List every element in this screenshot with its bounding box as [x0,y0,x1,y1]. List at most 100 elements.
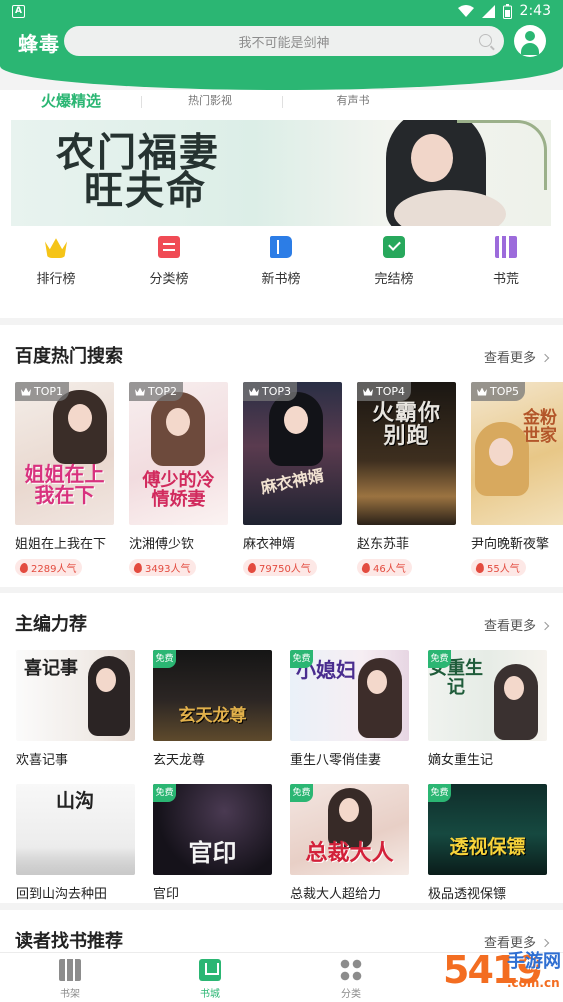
book-card[interactable]: 透视保镖 免费 极品透视保镖 [428,784,547,902]
free-badge: 免费 [428,650,451,668]
crown-icon [249,387,259,396]
tab-bookshelf[interactable]: 书架 [30,959,110,1000]
free-badge: 免费 [153,784,176,802]
status-icons: 2:43 [457,3,551,19]
book-card[interactable]: 傅少的冷情娇妻 TOP2 沈湘傅少钦 3493人气 [129,382,228,577]
tab-featured[interactable]: 火爆精选 [38,90,104,111]
book-card[interactable]: 总裁大人 免费 总裁大人超给力 [290,784,409,902]
book-title: 重生八零俏佳妻 [290,753,382,768]
wifi-icon [457,4,474,17]
new-book-icon [270,236,292,258]
book-card[interactable]: 官印 免费 官印 [153,784,272,902]
chevron-right-icon [540,353,550,363]
book-card[interactable]: 姐姐在上我在下 TOP1 姐姐在上我在下 2289人气 [15,382,114,577]
battery-icon [502,3,512,19]
book-title: 麻衣神婿 [243,537,296,552]
tab-bookstore[interactable]: 书城 [170,959,250,1000]
bookshelf-icon [495,236,517,258]
book-title: 回到山沟去种田 [16,887,108,902]
book-title: 极品透视保镖 [428,887,507,902]
flame-icon [361,561,371,574]
promo-banner[interactable]: 农门福妻 旺夫命 [11,120,551,226]
category-icon [158,236,180,258]
app-header: 蜂毒 我不可能是剑神 [0,24,563,90]
book-title: 官印 [153,887,180,902]
book-cover: 姐姐在上我在下 TOP1 [15,382,114,525]
editor-book-grid: 喜记事 欢喜记事 玄天龙尊 免费 玄天龙尊 小媳妇 免费 重生八零俏佳妻 女重生… [16,650,547,902]
view-more-link[interactable]: 查看更多 [484,347,550,366]
book-title: 嫡女重生记 [428,753,494,768]
book-title: 玄天龙尊 [153,753,206,768]
nav-new-books[interactable]: 新书榜 [241,236,321,287]
chevron-right-icon [540,621,550,631]
finished-icon [383,236,405,258]
book-cover: 喜记事 [16,650,135,741]
status-bar: A 2:43 [0,0,563,24]
user-icon [525,31,535,41]
book-title: 尹向晚靳夜擎 [471,537,550,552]
crown-icon [21,387,31,396]
crown-icon [45,238,67,258]
book-card[interactable]: 小媳妇 免费 重生八零俏佳妻 [290,650,409,768]
book-title: 沈湘傅少钦 [129,537,195,552]
nav-book-shortage[interactable]: 书荒 [466,236,546,287]
view-more-link[interactable]: 查看更多 [484,615,550,634]
status-time: 2:43 [519,3,551,19]
popularity-badge: 3493人气 [129,559,197,576]
bookstore-icon [199,959,221,981]
nav-finished[interactable]: 完结榜 [354,236,434,287]
top-panel: 火爆精选 热门影视 有声书 农门福妻 旺夫命 排行榜 分类榜 新书榜 完结榜 书… [0,90,563,318]
book-cover: 女重生记 免费 [428,650,547,741]
book-cover: 火霸你别跑 TOP4 [357,382,456,525]
book-card[interactable]: 山沟 回到山沟去种田 [16,784,135,902]
book-cover: 金粉世家 TOP5 [471,382,563,525]
channel-tabs: 火爆精选 热门影视 有声书 [0,90,563,118]
book-cover: 总裁大人 免费 [290,784,409,875]
crown-icon [363,387,373,396]
book-card[interactable]: 火霸你别跑 TOP4 赵东苏菲 46人气 [357,382,456,577]
book-cover: 山沟 [16,784,135,875]
book-card[interactable]: 喜记事 欢喜记事 [16,650,135,768]
book-card[interactable]: 麻衣神婿 TOP3 麻衣神婿 79750人气 [243,382,342,577]
search-bar[interactable]: 我不可能是剑神 [64,26,504,56]
search-icon [479,34,492,47]
popularity-badge: 79750人气 [243,559,317,576]
book-title: 欢喜记事 [16,753,69,768]
editor-picks-section: 主编力荐 查看更多 喜记事 欢喜记事 玄天龙尊 免费 玄天龙尊 小媳妇 免费 重… [0,593,563,903]
tab-audiobook[interactable]: 有声书 [328,92,378,108]
crown-icon [135,387,145,396]
rank-badge: TOP1 [15,382,70,401]
free-badge: 免费 [428,784,451,802]
free-badge: 免费 [290,784,313,802]
popularity-badge: 46人气 [357,559,412,576]
app-logo: 蜂毒 [18,32,60,56]
book-card[interactable]: 女重生记 免费 嫡女重生记 [428,650,547,768]
hot-book-list: 姐姐在上我在下 TOP1 姐姐在上我在下 2289人气 傅少的冷情娇妻 TOP2… [15,382,563,597]
popularity-badge: 2289人气 [15,559,83,576]
crown-icon [477,387,487,396]
quick-nav: 排行榜 分类榜 新书榜 完结榜 书荒 [0,236,563,304]
banner-branch-decoration [457,120,547,190]
free-badge: 免费 [153,650,176,668]
hot-search-section: 百度热门搜索 查看更多 姐姐在上我在下 TOP1 姐姐在上我在下 2289人气 … [0,325,563,587]
book-cover: 透视保镖 免费 [428,784,547,875]
book-card[interactable]: 玄天龙尊 免费 玄天龙尊 [153,650,272,768]
book-card[interactable]: 金粉世家 TOP5 尹向晚靳夜擎 55人气 [471,382,563,577]
nav-ranking[interactable]: 排行榜 [16,236,96,287]
nav-category-rank[interactable]: 分类榜 [129,236,209,287]
flame-icon [19,561,29,574]
site-watermark: 5419 手游网 .com.cn [443,948,561,992]
bookshelf-icon [59,959,81,981]
signal-icon [481,4,495,18]
popularity-badge: 55人气 [471,559,526,576]
tab-film[interactable]: 热门影视 [180,92,240,108]
search-placeholder: 我不可能是剑神 [238,36,330,51]
notification-icon: A [12,5,25,18]
category-icon [340,959,362,981]
flame-icon [133,561,143,574]
rank-badge: TOP2 [129,382,184,401]
user-avatar[interactable] [514,25,546,57]
tab-category[interactable]: 分类 [311,959,391,1000]
book-title: 姐姐在上我在下 [15,537,107,552]
book-cover: 傅少的冷情娇妻 TOP2 [129,382,228,525]
